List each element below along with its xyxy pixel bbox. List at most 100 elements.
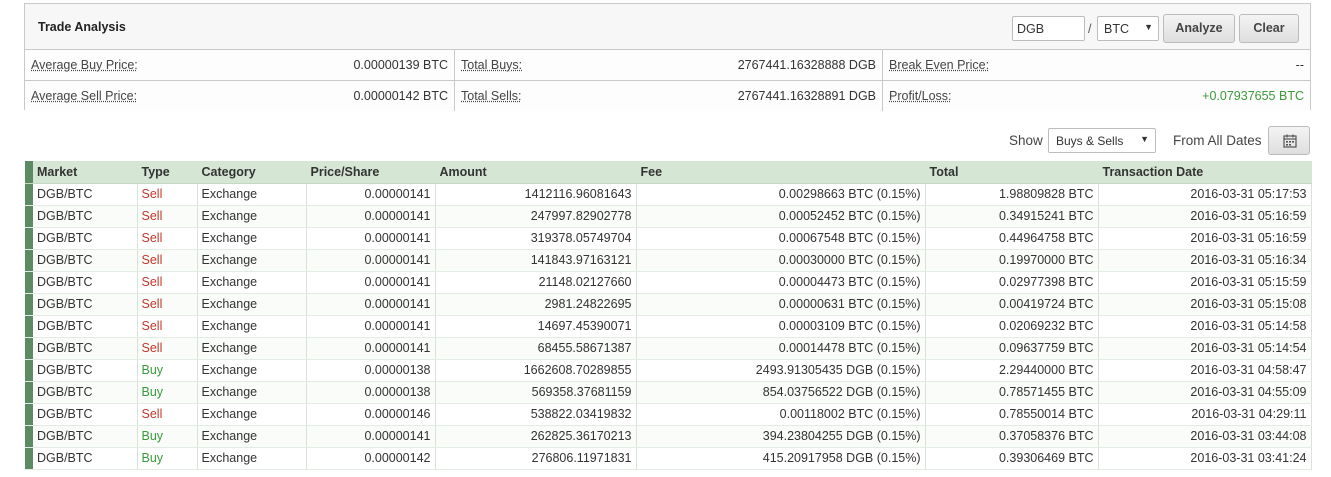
chevron-down-icon: ▼ (1140, 134, 1149, 144)
cell-price-share: 0.00000141 (306, 249, 436, 272)
row-marker (25, 205, 33, 228)
cell-fee: 0.00030000 BTC (0.15%) (636, 249, 926, 272)
column-header-price-share[interactable]: Price/Share (306, 161, 436, 184)
cell-total: 0.78571455 BTC (925, 381, 1099, 404)
analyze-button[interactable]: Analyze (1163, 14, 1235, 43)
cell-total: 2.29440000 BTC (925, 359, 1099, 382)
cell-amount: 141843.97163121 (435, 249, 637, 272)
cell-category: Exchange (197, 183, 307, 206)
table-row[interactable]: DGB/BTC Buy Exchange 0.00000138 569358.37681… (25, 381, 1312, 404)
table-row[interactable]: DGB/BTC Sell Exchange 0.00000141 319378.0574… (25, 227, 1312, 250)
row-marker (25, 447, 33, 470)
cell-transaction-date: 2016-03-31 05:14:58 (1098, 315, 1312, 338)
cell-fee: 0.00000631 BTC (0.15%) (636, 293, 926, 316)
cell-price-share: 0.00000146 (306, 403, 436, 426)
cell-total: 0.44964758 BTC (925, 227, 1099, 250)
cell-amount: 276806.11971831 (435, 447, 637, 470)
table-row[interactable]: DGB/BTC Buy Exchange 0.00000142 276806.11971… (25, 447, 1312, 470)
market-input[interactable] (1012, 16, 1085, 41)
trades-table-container: Market Type Category Price/Share Amount … (25, 161, 1312, 470)
column-header-total[interactable]: Total (925, 161, 1099, 184)
cell-total: 1.98809828 BTC (925, 183, 1099, 206)
table-row[interactable]: DGB/BTC Buy Exchange 0.00000138 1662608.7028… (25, 359, 1312, 382)
cell-type: Sell (137, 227, 198, 250)
table-row[interactable]: DGB/BTC Sell Exchange 0.00000141 141843.9716… (25, 249, 1312, 272)
table-row[interactable]: DGB/BTC Sell Exchange 0.00000141 1412116.960… (25, 183, 1312, 206)
cell-market: DGB/BTC (33, 293, 138, 316)
cell-amount: 14697.45390071 (435, 315, 637, 338)
row-marker (25, 271, 33, 294)
average-buy-price-cell: Average Buy Price: 0.00000139 BTC (25, 50, 455, 80)
cell-type: Sell (137, 205, 198, 228)
column-header-fee[interactable]: Fee (636, 161, 926, 184)
cell-market: DGB/BTC (33, 205, 138, 228)
cell-price-share: 0.00000141 (306, 337, 436, 360)
cell-type: Sell (137, 249, 198, 272)
cell-amount: 21148.02127660 (435, 271, 637, 294)
show-filter-select[interactable]: Buys & Sells ▼ (1048, 128, 1156, 153)
table-row[interactable]: DGB/BTC Sell Exchange 0.00000141 68455.58671… (25, 337, 1312, 360)
cell-category: Exchange (197, 359, 307, 382)
panel-title: Trade Analysis (38, 20, 126, 34)
cell-amount: 262825.36170213 (435, 425, 637, 448)
table-row[interactable]: DGB/BTC Sell Exchange 0.00000141 21148.02127… (25, 271, 1312, 294)
cell-total: 0.34915241 BTC (925, 205, 1099, 228)
cell-total: 0.37058376 BTC (925, 425, 1099, 448)
row-marker (25, 381, 33, 404)
cell-category: Exchange (197, 381, 307, 404)
column-header-category[interactable]: Category (197, 161, 307, 184)
cell-transaction-date: 2016-03-31 05:15:08 (1098, 293, 1312, 316)
cell-transaction-date: 2016-03-31 05:17:53 (1098, 183, 1312, 206)
date-range-label: From All Dates (1173, 133, 1262, 148)
table-header-row: Market Type Category Price/Share Amount … (25, 161, 1312, 184)
base-currency-select[interactable]: BTC ▼ (1097, 16, 1159, 41)
cell-market: DGB/BTC (33, 403, 138, 426)
cell-category: Exchange (197, 315, 307, 338)
cell-market: DGB/BTC (33, 183, 138, 206)
total-buys-cell: Total Buys: 2767441.16328888 DGB (455, 50, 883, 80)
column-header-transaction-date[interactable]: Transaction Date (1098, 161, 1312, 184)
cell-price-share: 0.00000138 (306, 381, 436, 404)
cell-amount: 538822.03419832 (435, 403, 637, 426)
total-sells-value: 2767441.16328891 DGB (737, 89, 876, 103)
trade-analysis-panel: Trade Analysis / BTC ▼ Analyze Clear Ave… (24, 3, 1311, 111)
cell-amount: 247997.82902778 (435, 205, 637, 228)
cell-price-share: 0.00000141 (306, 183, 436, 206)
total-buys-label: Total Buys: (461, 58, 523, 72)
table-row[interactable]: DGB/BTC Sell Exchange 0.00000141 14697.45390… (25, 315, 1312, 338)
table-row[interactable]: DGB/BTC Sell Exchange 0.00000141 247997.8290… (25, 205, 1312, 228)
average-buy-price-label: Average Buy Price: (31, 58, 138, 72)
cell-price-share: 0.00000141 (306, 205, 436, 228)
cell-amount: 319378.05749704 (435, 227, 637, 250)
cell-fee: 0.00298663 BTC (0.15%) (636, 183, 926, 206)
column-header-type[interactable]: Type (137, 161, 198, 184)
total-buys-value: 2767441.16328888 DGB (737, 58, 876, 72)
cell-transaction-date: 2016-03-31 04:29:11 (1098, 403, 1312, 426)
row-marker (25, 337, 33, 360)
column-header-amount[interactable]: Amount (435, 161, 637, 184)
table-row[interactable]: DGB/BTC Sell Exchange 0.00000141 2981.248226… (25, 293, 1312, 316)
cell-market: DGB/BTC (33, 381, 138, 404)
cell-market: DGB/BTC (33, 447, 138, 470)
break-even-price-cell: Break Even Price: -- (883, 50, 1310, 80)
cell-type: Sell (137, 403, 198, 426)
cell-fee: 415.20917958 DGB (0.15%) (636, 447, 926, 470)
average-sell-price-value: 0.00000142 BTC (353, 89, 448, 103)
cell-category: Exchange (197, 337, 307, 360)
profit-loss-cell: Profit/Loss: +0.07937655 BTC (883, 81, 1310, 111)
row-marker (25, 183, 33, 206)
table-row[interactable]: DGB/BTC Sell Exchange 0.00000146 538822.0341… (25, 403, 1312, 426)
cell-amount: 1662608.70289855 (435, 359, 637, 382)
cell-category: Exchange (197, 293, 307, 316)
cell-total: 0.78550014 BTC (925, 403, 1099, 426)
cell-transaction-date: 2016-03-31 05:15:59 (1098, 271, 1312, 294)
cell-market: DGB/BTC (33, 425, 138, 448)
cell-fee: 0.00052452 BTC (0.15%) (636, 205, 926, 228)
calendar-button[interactable] (1268, 126, 1310, 155)
calendar-icon (1283, 134, 1297, 148)
cell-transaction-date: 2016-03-31 05:16:34 (1098, 249, 1312, 272)
column-header-market[interactable]: Market (33, 161, 138, 184)
cell-type: Buy (137, 447, 198, 470)
clear-button[interactable]: Clear (1239, 14, 1299, 43)
table-row[interactable]: DGB/BTC Buy Exchange 0.00000141 262825.36170… (25, 425, 1312, 448)
